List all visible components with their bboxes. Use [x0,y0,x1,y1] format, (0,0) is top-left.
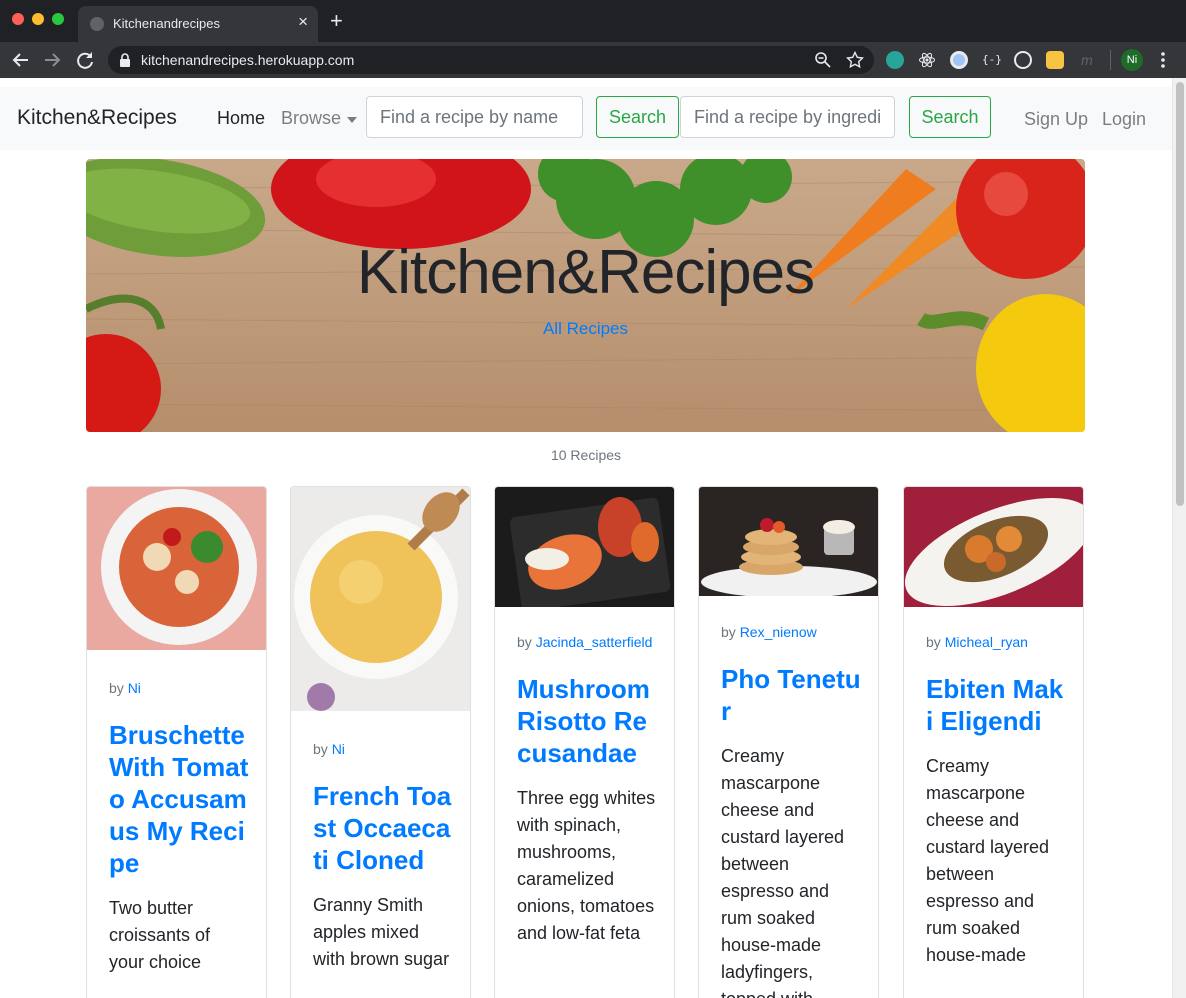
recipe-description: Two butter croissants of your choice [109,898,211,972]
author-link[interactable]: Jacinda_satterfield [536,634,653,650]
card-body: by Micheal_ryan Ebiten Maki Eligendi Cre… [926,629,1066,969]
recipe-count: 10 Recipes [550,447,622,463]
recipe-card[interactable]: by Ni Bruschette With Tomato Accusamus M… [86,486,267,998]
minimize-window-button[interactable] [32,13,44,25]
card-body: by Rex_nienow Pho Tenetur Creamy mascarp… [721,619,861,998]
recipe-description: Three egg whites with spinach, mushrooms… [517,788,656,943]
dropdown-caret-icon [347,117,357,123]
maximize-window-button[interactable] [52,13,64,25]
recipe-image[interactable] [87,487,266,650]
browser-toolbar: kitchenandrecipes.herokuapp.com {-} m Ni [0,42,1186,78]
hero-title: Kitchen&Recipes [356,238,815,307]
page-scrollbar[interactable] [1172,78,1186,998]
globe-icon [90,17,104,31]
scrollbar-thumb[interactable] [1176,82,1184,506]
recipe-card[interactable]: by Rex_nienow Pho Tenetur Creamy mascarp… [698,486,879,998]
author-link[interactable]: Rex_nienow [740,624,817,640]
login-link[interactable]: Login [1102,109,1146,130]
recipe-card[interactable]: by Jacinda_satterfield Mushroom Risotto … [494,486,675,998]
recipe-title[interactable]: Bruschette With Tomato Accusamus My Reci… [109,719,249,879]
target-icon[interactable] [1014,51,1032,69]
by-label: by [926,634,941,650]
profile-avatar[interactable]: Ni [1121,49,1143,71]
author-link[interactable]: Micheal_ryan [945,634,1028,650]
recipe-image[interactable] [699,487,878,596]
zoom-icon[interactable] [814,51,832,69]
close-tab-icon[interactable]: × [298,13,308,30]
lock-icon [120,53,130,67]
recipe-title[interactable]: Ebiten Maki Eligendi [926,673,1066,737]
forward-arrow-icon[interactable] [41,49,63,71]
recipe-title[interactable]: Pho Tenetur [721,663,861,727]
back-arrow-icon[interactable] [10,49,32,71]
browser-tab-bar: Kitchenandrecipes × + [0,0,1186,42]
recipe-title[interactable]: Mushroom Risotto Recusandae [517,673,657,769]
extension-m-disabled-icon[interactable]: m [1078,51,1096,69]
author-link[interactable]: Ni [128,680,141,696]
byline: by Ni [109,675,249,702]
browser-tab[interactable]: Kitchenandrecipes × [78,6,318,42]
byline: by Micheal_ryan [926,629,1066,656]
by-label: by [109,680,124,696]
brand-link[interactable]: Kitchen&Recipes [17,106,177,130]
extension-circle-icon[interactable] [950,51,968,69]
ingredient-search-button[interactable]: Search [909,96,991,138]
page-viewport: Kitchen&Recipes Home Browse Search Searc… [0,78,1172,998]
nav-browse-dropdown[interactable]: Browse [281,108,341,129]
tab-title: Kitchenandrecipes [113,16,220,31]
byline: by Rex_nienow [721,619,861,646]
by-label: by [517,634,532,650]
recipe-image[interactable] [495,487,674,607]
signup-link[interactable]: Sign Up [1024,109,1088,130]
byline: by Jacinda_satterfield [517,629,657,656]
close-window-button[interactable] [12,13,24,25]
card-body: by Jacinda_satterfield Mushroom Risotto … [517,629,657,947]
byline: by Ni [313,736,453,763]
by-label: by [313,741,328,757]
recipe-description: Granny Smith apples mixed with brown sug… [313,895,450,969]
reload-icon[interactable] [74,49,96,71]
url-text: kitchenandrecipes.herokuapp.com [141,52,355,68]
alarm-clock-icon[interactable] [1046,51,1064,69]
recipe-card[interactable]: by Ni French Toast Occaecati Cloned Gran… [290,486,471,998]
address-bar[interactable]: kitchenandrecipes.herokuapp.com [108,46,874,74]
react-devtools-icon[interactable] [918,51,936,69]
name-search-button[interactable]: Search [596,96,679,138]
author-link[interactable]: Ni [332,741,345,757]
ingredient-search-input[interactable] [680,96,895,138]
recipe-description: Creamy mascarpone cheese and custard lay… [926,756,1050,965]
nav-home-link[interactable]: Home [217,108,265,129]
recipe-card[interactable]: by Micheal_ryan Ebiten Maki Eligendi Cre… [903,486,1084,998]
toolbar-divider [1110,50,1111,70]
all-recipes-link[interactable]: All Recipes [86,319,1085,339]
extension-m-icon[interactable] [886,51,904,69]
card-body: by Ni French Toast Occaecati Cloned Gran… [313,736,453,973]
site-navbar: Kitchen&Recipes Home Browse Search Searc… [0,87,1172,150]
recipe-title[interactable]: French Toast Occaecati Cloned [313,780,453,876]
by-label: by [721,624,736,640]
recipe-image[interactable] [291,487,470,711]
card-body: by Ni Bruschette With Tomato Accusamus M… [109,675,249,976]
recipe-description: Creamy mascarpone cheese and custard lay… [721,746,845,998]
more-options-icon[interactable] [1158,50,1168,70]
json-viewer-icon[interactable]: {-} [982,51,1002,69]
recipe-image[interactable] [904,487,1083,607]
name-search-input[interactable] [366,96,583,138]
bookmark-star-icon[interactable] [846,51,864,69]
hero-jumbotron: Kitchen&Recipes All Recipes [86,159,1085,432]
new-tab-icon[interactable]: + [330,10,343,32]
